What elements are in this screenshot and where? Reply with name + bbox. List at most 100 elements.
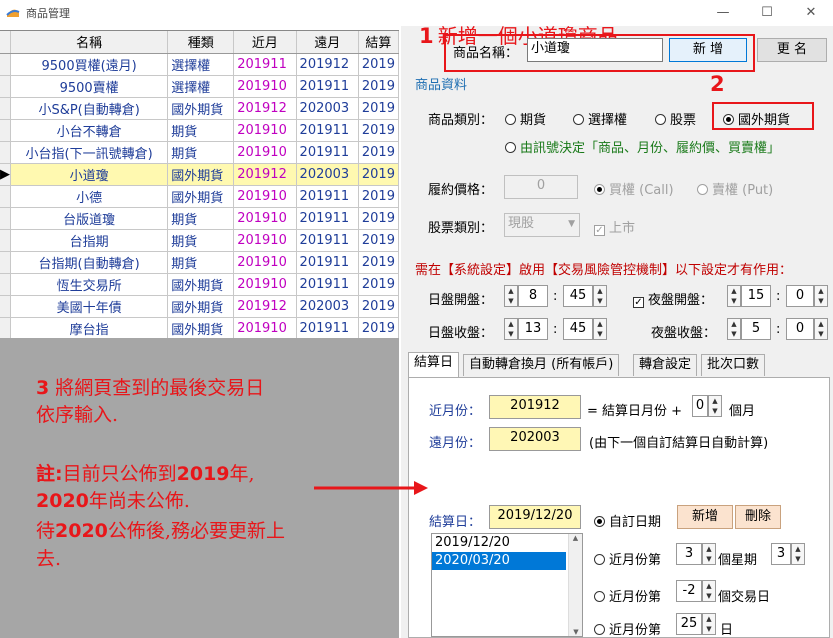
night-close-hour[interactable]: 5 [741,318,771,340]
cell-far[interactable]: 201911 [296,75,359,98]
table-row[interactable]: 台指期 期貨 201910 201911 2019 [0,229,400,252]
table-row[interactable]: 台指期(自動轉倉) 期貨 201910 201911 2019 [0,251,400,274]
day-open-hour[interactable]: 8 [518,285,548,307]
cell-name[interactable]: 台指期 [10,229,169,252]
table-row[interactable]: 摩台指 國外期貨 201910 201911 2019 [0,317,400,340]
weekday-spinner[interactable]: ▲ ▼ [791,543,805,565]
night-open-hour-spinner[interactable]: ▲ ▼ [727,285,741,307]
nth-day-spinner[interactable]: ▲ ▼ [702,613,716,635]
table-row[interactable]: 台版道瓊 期貨 201910 201911 2019 [0,207,400,230]
far-month-input[interactable]: 202003 [489,427,581,451]
category-futures-radio[interactable]: 期貨 [505,109,546,128]
cell-sett[interactable]: 2019 [358,119,400,142]
cell-near[interactable]: 201910 [233,119,297,142]
night-close-hour-spinner[interactable]: ▲ ▼ [727,318,741,340]
cell-sett[interactable]: 2019 [358,273,400,296]
row-selector[interactable] [0,317,11,340]
night-close-minute[interactable]: 0 [786,318,814,340]
cell-far[interactable]: 201911 [296,273,359,296]
table-row[interactable]: 美國十年債 國外期貨 201912 202003 2019 [0,295,400,318]
strike-input[interactable]: 0 [504,175,578,199]
cell-near[interactable]: 201910 [233,229,297,252]
night-open-minute-spinner[interactable]: ▲ ▼ [814,285,828,307]
cell-name[interactable]: 小S&P(自動轉倉) [10,97,169,120]
stock-type-select[interactable]: 現股 ▼ [504,213,580,237]
table-row[interactable]: 9500買權(遠月) 選擇權 201911 201912 2019 [0,53,400,76]
row-selector[interactable] [0,185,11,208]
table-row[interactable]: ▶ 小道瓊 國外期貨 201912 202003 2019 [0,163,400,186]
row-selector[interactable] [0,207,11,230]
cell-type[interactable]: 期貨 [167,141,235,164]
col-header-settle[interactable]: 結算 [358,31,400,54]
day-close-minute-spinner[interactable]: ▲ ▼ [593,318,607,340]
rename-product-button[interactable]: 更 名 [757,38,827,62]
cell-sett[interactable]: 2019 [358,295,400,318]
cell-far[interactable]: 202003 [296,97,359,120]
cell-far[interactable]: 201911 [296,229,359,252]
table-row[interactable]: 小S&P(自動轉倉) 國外期貨 201912 202003 2019 [0,97,400,120]
cell-type[interactable]: 國外期貨 [167,273,235,296]
category-options-radio[interactable]: 選擇權 [573,109,627,128]
add-product-button[interactable]: 新 增 [669,38,747,62]
day-close-hour[interactable]: 13 [518,318,548,340]
settle-date-list[interactable]: 2019/12/20 2020/03/20 ▲ ▼ [431,533,583,637]
cell-name[interactable]: 9500賣權 [10,75,169,98]
cell-far[interactable]: 201911 [296,251,359,274]
cell-near[interactable]: 201910 [233,141,297,164]
product-table[interactable]: 名稱 種類 近月 遠月 結算 9500買權(遠月) 選擇權 201911 201912… [0,31,400,340]
cell-type[interactable]: 國外期貨 [167,97,235,120]
day-open-minute[interactable]: 45 [563,285,593,307]
col-header-far[interactable]: 遠月 [296,31,359,54]
custom-date-radio[interactable]: 自訂日期 [594,511,661,530]
cell-name[interactable]: 小道瓊 [10,163,169,186]
near-month-offset[interactable]: 0 [692,395,708,417]
night-open-hour[interactable]: 15 [741,285,771,307]
tab-rollover-settings[interactable]: 轉倉設定 [633,354,698,376]
cell-name[interactable]: 美國十年債 [10,295,169,318]
row-selector[interactable] [0,141,11,164]
cell-sett[interactable]: 2019 [358,185,400,208]
night-close-minute-spinner[interactable]: ▲ ▼ [814,318,828,340]
cell-type[interactable]: 期貨 [167,207,235,230]
cell-far[interactable]: 202003 [296,163,359,186]
cell-sett[interactable]: 2019 [358,207,400,230]
tab-settlement-day[interactable]: 結算日 [408,352,460,377]
nth-week-radio[interactable]: 近月份第 [594,549,661,568]
category-signal-radio[interactable]: 由訊號決定「商品、月份、履約價、買賣權」 [505,137,780,156]
add-date-button[interactable]: 新增 [677,505,733,529]
cell-type[interactable]: 期貨 [167,229,235,252]
list-scrollbar[interactable]: ▲ ▼ [568,534,582,636]
close-button[interactable]: ✕ [789,0,833,26]
nth-week-spinner[interactable]: ▲ ▼ [702,543,716,565]
cell-near[interactable]: 201910 [233,75,297,98]
cell-near[interactable]: 201910 [233,251,297,274]
nth-day-number[interactable]: 25 [676,613,702,635]
cell-sett[interactable]: 2019 [358,75,400,98]
cell-sett[interactable]: 2019 [358,141,400,164]
cell-name[interactable]: 9500買權(遠月) [10,53,169,76]
cell-type[interactable]: 選擇權 [167,75,235,98]
maximize-button[interactable]: ☐ [745,0,789,26]
cell-sett[interactable]: 2019 [358,251,400,274]
row-selector[interactable] [0,229,11,252]
row-selector[interactable] [0,53,11,76]
cell-near[interactable]: 201911 [233,53,297,76]
category-stock-radio[interactable]: 股票 [655,109,696,128]
cell-name[interactable]: 摩台指 [10,317,169,340]
cell-sett[interactable]: 2019 [358,97,400,120]
cell-far[interactable]: 201912 [296,53,359,76]
cell-far[interactable]: 201911 [296,141,359,164]
near-month-offset-spinner[interactable]: ▲ ▼ [708,395,722,417]
table-row[interactable]: 恆生交易所 國外期貨 201910 201911 2019 [0,273,400,296]
cell-far[interactable]: 201911 [296,119,359,142]
call-radio[interactable]: 買權 (Call) [594,179,674,198]
cell-near[interactable]: 201910 [233,207,297,230]
delete-date-button[interactable]: 刪除 [735,505,781,529]
night-open-checkbox[interactable]: ✓ 夜盤開盤： [633,289,713,308]
nth-trading-day-number[interactable]: -2 [676,580,702,602]
nth-day-radio[interactable]: 近月份第 [594,619,661,638]
cell-near[interactable]: 201912 [233,97,297,120]
day-close-minute[interactable]: 45 [563,318,593,340]
cell-near[interactable]: 201912 [233,295,297,318]
cell-name[interactable]: 小德 [10,185,169,208]
